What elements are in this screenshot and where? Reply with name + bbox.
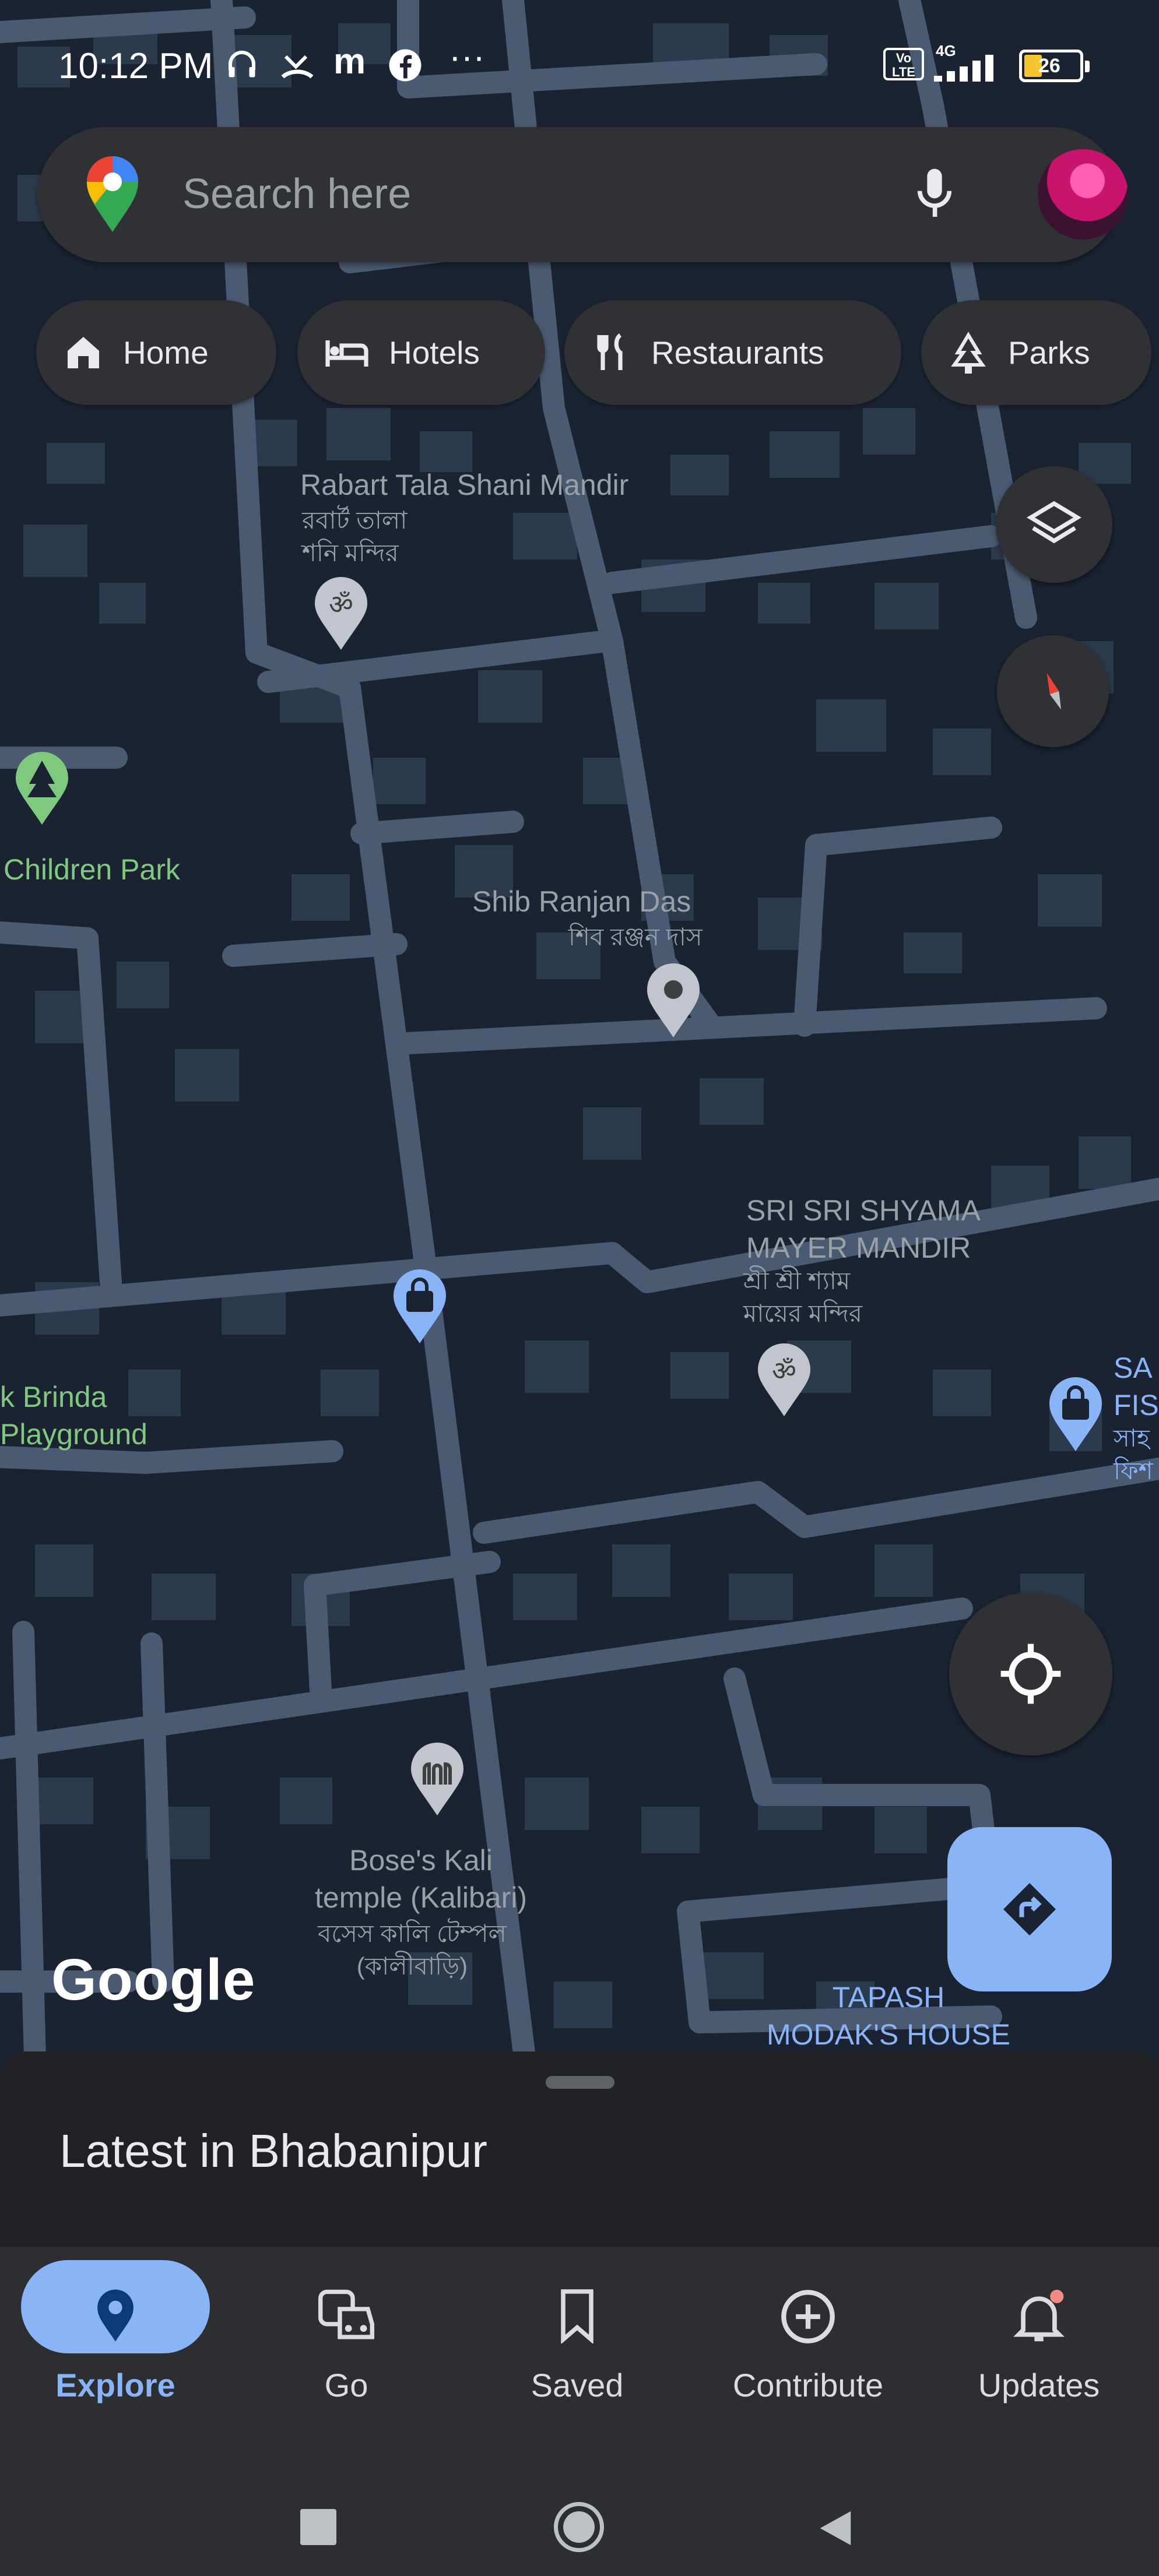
shopping-pin-icon[interactable] (1046, 1375, 1105, 1454)
home-icon (68, 337, 99, 368)
compass-button[interactable] (997, 635, 1109, 747)
chip-restaurants[interactable]: Restaurants (564, 300, 901, 405)
nav-explore[interactable]: Explore (0, 2247, 231, 2433)
nav-go-label: Go (324, 2367, 368, 2403)
bottom-navigation: Explore Go Saved Contribute Updates (0, 2247, 1159, 2433)
m-app-icon: m (333, 41, 366, 82)
shopping-pin-icon[interactable] (391, 1268, 449, 1346)
volte-badge: Vo LTE (883, 48, 924, 80)
nav-updates[interactable]: Updates (923, 2247, 1154, 2433)
status-bar: 10:12 PM m ··· Vo LTE 4G 26 (0, 0, 1159, 128)
sheet-drag-handle[interactable] (546, 2076, 614, 2089)
battery-icon: 26 (1019, 50, 1090, 82)
recent-apps-button[interactable] (300, 2509, 336, 2545)
map-label-shib-ranjan-bn: শিব রঞ্জন দাস (568, 923, 703, 951)
map-label-rabart-tala: Rabart Tala Shani Mandir (300, 469, 629, 501)
facebook-icon (389, 49, 422, 82)
headphones-icon (229, 51, 255, 78)
place-pin-icon[interactable] (644, 962, 703, 1040)
commute-icon (318, 2289, 374, 2339)
chip-parks[interactable]: Parks (921, 300, 1151, 405)
hotel-icon (325, 340, 368, 367)
nav-explore-label: Explore (55, 2367, 175, 2403)
chip-hotels[interactable]: Hotels (297, 300, 545, 405)
map-label-children-park: Children Park (3, 853, 180, 886)
chip-parks-label: Parks (1008, 335, 1090, 371)
chip-home[interactable]: Home (36, 300, 276, 405)
map-label-shyama-mandir: SRI SRI SHYAMA MAYER MANDIR (746, 1194, 981, 1264)
svg-text:ॐ: ॐ (329, 589, 353, 620)
search-bar[interactable]: Search here (38, 127, 1128, 262)
nav-go[interactable]: Go (231, 2247, 462, 2433)
home-system-button[interactable] (554, 2502, 604, 2552)
directions-button[interactable] (947, 1827, 1112, 1991)
bottom-sheet[interactable]: Latest in Bhabanipur (0, 2051, 1159, 2247)
microphone-icon[interactable] (912, 167, 957, 223)
my-location-button[interactable] (949, 1592, 1112, 1755)
map-label-sa-fis: SA FIS (1114, 1352, 1159, 1421)
park-pin-icon[interactable] (13, 752, 71, 828)
nav-saved[interactable]: Saved (462, 2247, 693, 2433)
map-label-rabart-tala-bn: রবার্ট তালা শনি মন্দির (302, 506, 408, 566)
status-time: 10:12 PM (58, 46, 213, 86)
directions-icon (1003, 1883, 1056, 1935)
google-logo: Google (51, 1947, 256, 2012)
bookmark-icon (561, 2289, 593, 2343)
chip-home-label: Home (123, 335, 209, 371)
signal-icon (934, 55, 993, 82)
avatar[interactable] (1038, 149, 1128, 240)
temple-pin-icon[interactable]: ॐ (755, 1343, 813, 1419)
battery-level: 26 (1038, 55, 1060, 77)
system-navigation-bar (0, 2433, 1159, 2576)
chip-hotels-label: Hotels (389, 335, 480, 371)
add-circle-icon (781, 2290, 835, 2343)
map-label-shib-ranjan: Shib Ranjan Das (472, 885, 691, 918)
temple-pin-icon[interactable]: ॐ (312, 577, 370, 653)
park-icon (951, 332, 986, 374)
mosque-pin-icon[interactable] (408, 1743, 466, 1818)
layers-button[interactable] (996, 466, 1112, 583)
nav-updates-label: Updates (978, 2367, 1100, 2403)
map-label-edge-bn: সাহ ফিশ (1114, 1424, 1153, 1484)
nav-contribute[interactable]: Contribute (693, 2247, 923, 2433)
map-label-brinda-playground: k Brinda Playground (0, 1381, 147, 1451)
my-location-icon (1000, 1644, 1061, 1704)
sheet-title: Latest in Bhabanipur (59, 2125, 487, 2177)
map-label-bose-kali-temple: Bose's Kali temple (Kalibari) (315, 1844, 528, 1914)
restaurant-icon (597, 333, 623, 370)
nav-saved-label: Saved (531, 2367, 624, 2403)
explore-pin-icon (97, 2289, 134, 2342)
svg-text:ॐ: ॐ (772, 1355, 796, 1386)
missed-call-icon (281, 55, 314, 79)
google-maps-logo-icon (87, 156, 138, 232)
map-label-bose-kali-temple-bn: বসেস কালি টেম্পল (কালীবাড়ি) (318, 1920, 507, 1980)
layers-icon (1027, 501, 1081, 544)
chip-restaurants-label: Restaurants (651, 335, 824, 371)
compass-icon (1046, 673, 1061, 710)
map-label-shyama-mandir-bn: শ্রী শ্রী শ্যাম মায়ের মন্দির (743, 1267, 863, 1327)
nav-contribute-label: Contribute (732, 2367, 884, 2403)
search-input[interactable]: Search here (182, 170, 411, 218)
back-button-icon[interactable] (816, 2508, 855, 2549)
bell-icon (1013, 2289, 1065, 2342)
more-notifications: ··· (449, 37, 485, 77)
